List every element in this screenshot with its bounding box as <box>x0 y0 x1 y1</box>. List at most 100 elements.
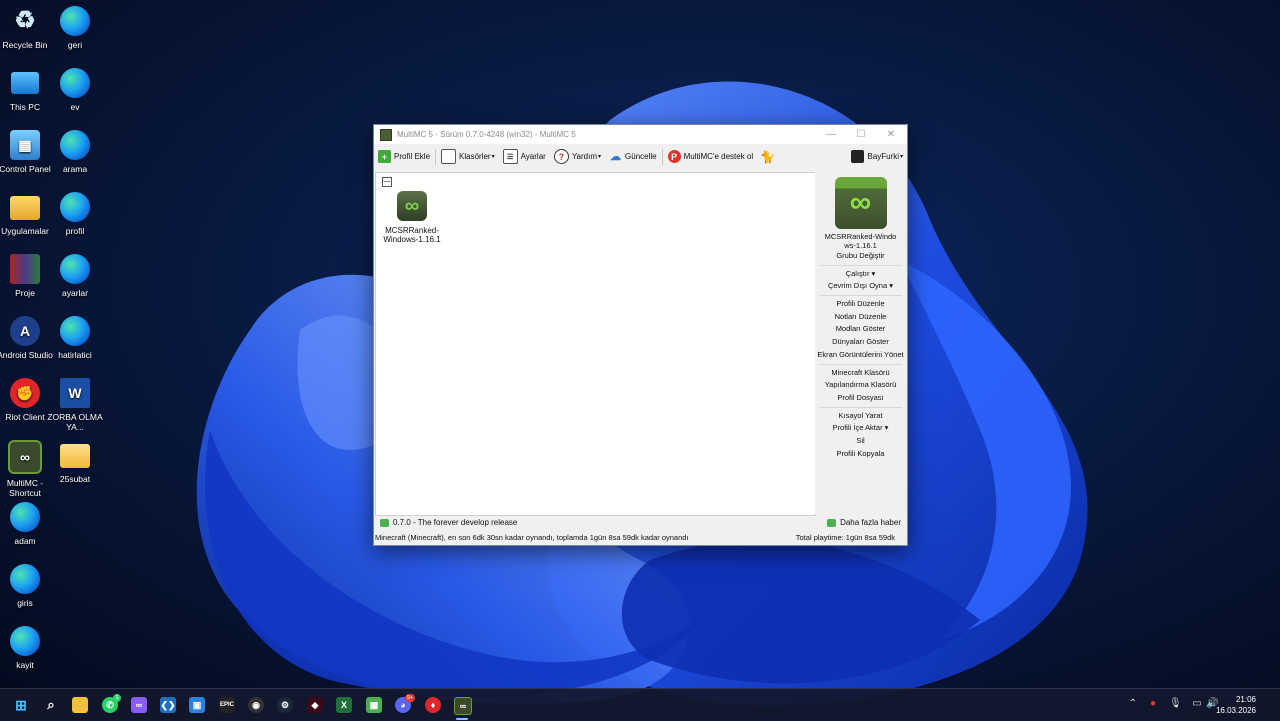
instance-folder-button[interactable]: Profil Dosyası <box>815 392 906 405</box>
desktop-icon-control-panel[interactable]: ▦ Control Panel <box>0 130 53 174</box>
minecraft-folder-button[interactable]: Minecraft Klasörü <box>815 367 906 380</box>
desktop-icon-riot-client[interactable]: ✊ Riot Client <box>0 378 53 422</box>
minimize-button[interactable]: — <box>816 125 846 144</box>
launch-offline-button[interactable]: Çevrim Dışı Oyna ▾ <box>815 280 906 293</box>
microphone-icon[interactable]: 🎙 <box>1169 698 1182 710</box>
add-profile-button[interactable]: + Profil Ekle <box>374 146 434 168</box>
edge-icon <box>60 316 90 346</box>
edit-notes-button[interactable]: Notları Düzenle <box>815 311 906 324</box>
launch-button[interactable]: Çalıştır ▾ <box>815 268 906 281</box>
instance-tile[interactable]: ∞ MCSRRanked-Windows-1.16.1 <box>380 191 444 244</box>
dropdown-arrow-icon: ▾ <box>491 154 495 160</box>
change-group-button[interactable]: Grubu Değiştir <box>815 250 906 263</box>
help-icon: ? <box>553 149 569 164</box>
desktop-icon-multimc-shortcut[interactable]: ∞ MultiMC - Shortcut <box>0 440 53 498</box>
instance-large-icon[interactable]: ∞ <box>834 177 887 229</box>
multimc-taskbar-icon[interactable]: ∞ <box>454 697 472 715</box>
create-shortcut-button[interactable]: Kısayol Yarat <box>815 410 906 423</box>
start-button[interactable]: ⊞ <box>13 697 29 713</box>
desktop-icon-adam[interactable]: adam <box>0 502 53 546</box>
riot-client-icon: ✊ <box>10 378 40 408</box>
instance-name: MCSRRanked-Windows-1.16.1 <box>383 226 441 244</box>
desktop-icon-ayarlar[interactable]: ayarlar <box>47 254 103 298</box>
recycle-bin-icon: ♻ <box>14 7 36 34</box>
edit-instance-button[interactable]: Profili Düzenle <box>815 298 906 311</box>
manage-screenshots-button[interactable]: Ekran Görüntülerini Yönet <box>815 349 906 362</box>
desktop-icon-this-pc[interactable]: This PC <box>0 68 53 112</box>
desktop-icon-arama[interactable]: arama <box>47 130 103 174</box>
tray-app-icon[interactable]: ● <box>1147 698 1159 710</box>
group-collapse-toggle[interactable]: — <box>382 177 392 187</box>
view-mods-button[interactable]: Modları Göster <box>815 323 906 336</box>
folder-icon <box>441 149 457 164</box>
pc-icon <box>11 72 39 94</box>
instance-list[interactable]: — ∞ MCSRRanked-Windows-1.16.1 <box>375 172 816 516</box>
desktop-icon-uygulamalar[interactable]: Uygulamalar <box>0 192 53 236</box>
desktop-icon-ev[interactable]: ev <box>47 68 103 112</box>
dropdown-arrow-icon: ▾ <box>899 154 903 160</box>
toolbar: + Profil Ekle Klasörler ▾ ☰ Ayarlar ? Yar… <box>374 144 907 169</box>
folders-button[interactable]: Klasörler ▾ <box>437 146 499 168</box>
edge-icon <box>10 626 40 656</box>
desktop-icon-profil[interactable]: profil <box>47 192 103 236</box>
sidebar-separator <box>819 406 902 408</box>
desktop-icon-kayit[interactable]: kayit <box>0 626 53 670</box>
cat-button[interactable]: 🐈 <box>757 146 781 168</box>
status-text: Minecraft (Minecraft), en son 6dk 30sn k… <box>375 532 689 542</box>
microsoft-store-icon[interactable]: ▣ <box>189 697 205 713</box>
desktop-icon-hatirlatici[interactable]: hatirlatici <box>47 316 103 360</box>
export-instance-button[interactable]: Profili İçe Aktar ▾ <box>815 422 906 435</box>
visual-studio-icon[interactable]: ∞ <box>131 697 147 713</box>
file-explorer-icon[interactable] <box>72 697 88 713</box>
multimc-icon: ∞ <box>8 440 42 474</box>
latest-news-link[interactable]: 0.7.0 - The forever develop release <box>393 518 517 527</box>
delete-button[interactable]: Sil <box>815 435 906 448</box>
desktop-icon-proje[interactable]: Proje <box>0 254 53 298</box>
window-title: MultiMC 5 - Sürüm 0.7.0-4248 (win32) - M… <box>397 130 576 139</box>
sidebar-separator <box>819 295 902 297</box>
vscode-icon[interactable]: ❮❯ <box>160 697 176 713</box>
update-button[interactable]: ☁ Güncelle <box>605 146 661 168</box>
clock-date: 16.03.2026 <box>1215 706 1256 715</box>
winrar-icon <box>10 254 40 284</box>
dropdown-arrow-icon: ▾ <box>889 281 894 291</box>
clock-time: 21:06 <box>1235 695 1256 704</box>
rider-icon[interactable]: ◆ <box>307 697 323 713</box>
title-bar[interactable]: MultiMC 5 - Sürüm 0.7.0-4248 (win32) - M… <box>374 125 907 144</box>
desktop-icon-android-studio[interactable]: A Android Studio <box>0 316 53 360</box>
desktop-icon-zorba[interactable]: W ZORBA OLMA YA... <box>47 378 103 432</box>
steam-icon[interactable]: ⚙ <box>277 697 293 713</box>
support-button[interactable]: P MultiMC'e destek ol <box>664 146 758 168</box>
desktop-icon-geri[interactable]: geri <box>47 6 103 50</box>
search-icon[interactable]: ⌕ <box>43 697 59 713</box>
clock[interactable]: 21:06 16.03.2026 <box>1216 694 1256 716</box>
more-news-button[interactable]: Daha fazla haber <box>840 518 901 527</box>
config-folder-button[interactable]: Yapılandırma Klasörü <box>815 379 906 392</box>
excel-icon[interactable]: X <box>336 697 352 713</box>
edge-icon <box>10 502 40 532</box>
chrome-recorder-icon[interactable]: ◉ <box>248 697 264 713</box>
view-worlds-button[interactable]: Dünyaları Göster <box>815 336 906 349</box>
brave-icon[interactable]: ♦ <box>425 697 441 713</box>
help-button[interactable]: ? Yardım ▾ <box>550 146 605 168</box>
minecraft-icon[interactable]: ▦ <box>366 697 382 713</box>
copy-instance-button[interactable]: Profili Kopyala <box>815 448 906 461</box>
sidebar-instance-name: MCSRRanked-Windows-1.16.1 <box>824 232 897 250</box>
instance-infinity-icon: ∞ <box>397 191 427 221</box>
settings-button[interactable]: ☰ Ayarlar <box>499 146 550 168</box>
desktop-icon-25subat[interactable]: 25subat <box>47 440 103 484</box>
desktop-icon-giris[interactable]: giris <box>0 564 53 608</box>
instance-sidebar: ∞ MCSRRanked-Windows-1.16.1 Grubu Değişt… <box>815 172 906 514</box>
close-button[interactable]: ✕ <box>876 125 906 144</box>
edge-icon <box>60 130 90 160</box>
account-button[interactable]: BayFurki ▾ <box>847 146 907 168</box>
display-icon[interactable]: ▭ <box>1191 698 1203 710</box>
news-bar: 0.7.0 - The forever develop release Daha… <box>374 515 907 530</box>
plus-icon: + <box>378 150 391 163</box>
avatar <box>851 150 865 163</box>
epic-games-icon[interactable]: EPIC <box>219 697 235 713</box>
desktop-icon-recycle-bin[interactable]: ♻ Recycle Bin <box>0 6 53 51</box>
edge-icon <box>60 6 90 36</box>
chevron-up-icon[interactable]: ⌃ <box>1127 698 1139 710</box>
maximize-button[interactable]: ☐ <box>846 125 876 144</box>
